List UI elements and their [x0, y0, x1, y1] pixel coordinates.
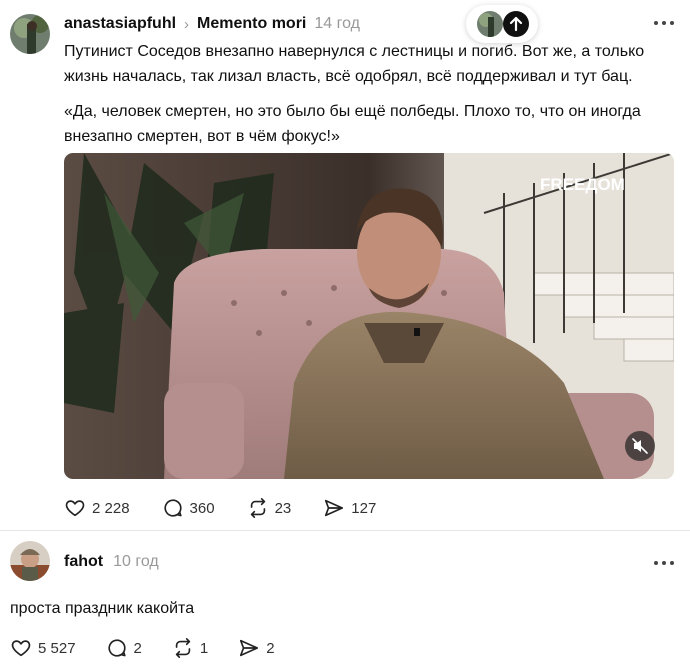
reply-share-count: 2 [266, 639, 275, 657]
thread-divider [0, 530, 690, 531]
more-horizontal-icon [654, 561, 674, 565]
reply-repost-count: 1 [199, 639, 209, 657]
comment-bubble-icon [163, 499, 182, 517]
reply-like-count: 5 527 [38, 639, 76, 657]
post-header: anastasiapfuhl › Memento mori 14 год [64, 13, 360, 35]
post-avatar[interactable] [10, 14, 50, 54]
share-button[interactable]: 127 [323, 496, 376, 520]
repost-count: 23 [274, 499, 292, 517]
reply-button[interactable]: 360 [162, 496, 215, 520]
reply-time: 10 год [113, 553, 159, 570]
reply-text: проста праздник какойта [10, 600, 195, 617]
muted-speaker-icon [632, 438, 648, 454]
reply-author[interactable]: fahot [64, 553, 103, 571]
post-video[interactable]: FREEДOM [64, 153, 674, 479]
post-text: Путинист Соседов внезапно навернулся с л… [64, 43, 645, 85]
pill-avatar[interactable] [477, 11, 503, 37]
video-frame: FREEДOM [64, 153, 674, 479]
reply-like-button[interactable]: 5 527 [10, 636, 76, 660]
heart-icon [65, 500, 85, 517]
send-icon [240, 639, 259, 657]
more-horizontal-icon [654, 21, 674, 25]
repost-button[interactable]: 23 [247, 496, 292, 520]
repost-icon [175, 638, 191, 658]
heart-icon [11, 640, 31, 657]
post-topic[interactable]: Memento mori [197, 15, 306, 33]
reply-share-button[interactable]: 2 [238, 636, 275, 660]
reply-repost-button[interactable]: 1 [172, 636, 208, 660]
post-author[interactable]: anastasiapfuhl [64, 15, 176, 33]
reply-more-button[interactable] [652, 555, 676, 571]
topic-chevron: › [184, 15, 190, 33]
video-watermark: FREEДOM [540, 175, 625, 194]
post-time: 14 год [314, 15, 360, 32]
reply-avatar[interactable] [10, 541, 50, 581]
post-more-button[interactable] [652, 15, 676, 31]
comment-bubble-icon [107, 639, 126, 657]
post-quote: «Да, человек смертен, но это было бы ещё… [64, 103, 641, 145]
post-actions: 2 228 360 23 127 [64, 496, 376, 520]
share-count: 127 [351, 499, 377, 517]
video-mute-button[interactable] [625, 431, 655, 461]
reply-reply-count: 2 [133, 639, 142, 657]
like-button[interactable]: 2 228 [64, 496, 130, 520]
reply-count: 360 [189, 499, 215, 517]
like-count: 2 228 [92, 499, 130, 517]
arrow-up-icon [509, 16, 523, 32]
reply-header: fahot 10 год [64, 551, 159, 573]
send-icon [325, 499, 344, 517]
repost-icon [250, 498, 265, 518]
scroll-to-top-button[interactable] [503, 11, 529, 37]
reply-actions: 5 527 2 1 2 [10, 636, 275, 660]
reply-reply-button[interactable]: 2 [106, 636, 142, 660]
